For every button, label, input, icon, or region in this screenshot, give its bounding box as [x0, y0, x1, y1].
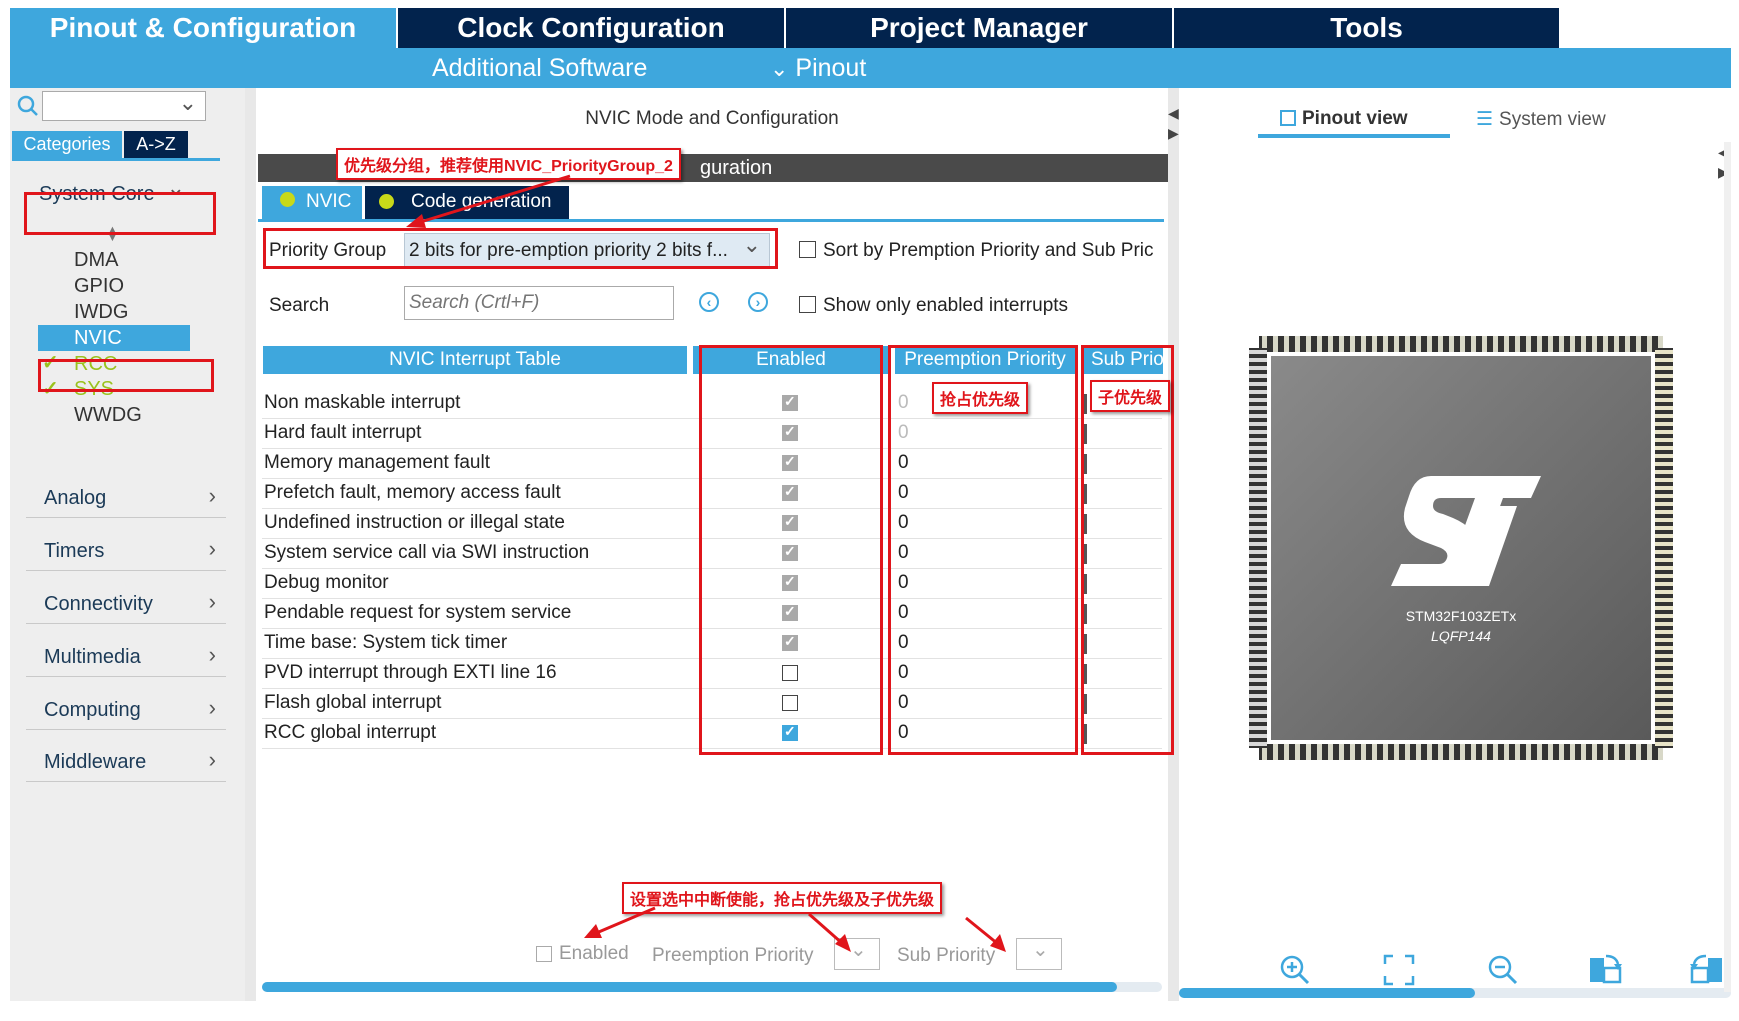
interrupt-name: Time base: System tick timer: [264, 632, 508, 653]
header-interrupt-table[interactable]: NVIC Interrupt Table: [263, 346, 687, 374]
tab-nvic[interactable]: NVIC: [262, 186, 362, 219]
scrollbar-thumb[interactable]: [1179, 988, 1475, 998]
category-analog[interactable]: Analog ›: [26, 477, 226, 518]
tab-tools[interactable]: Tools: [1174, 8, 1559, 48]
show-enabled-checkbox[interactable]: [799, 296, 816, 313]
tab-categories[interactable]: Categories: [12, 131, 122, 158]
scrollbar-thumb[interactable]: [262, 982, 1117, 992]
category-computing[interactable]: Computing ›: [26, 689, 226, 730]
pin-row-top: [1259, 336, 1663, 352]
sort-checkbox[interactable]: [799, 241, 816, 258]
category-middleware[interactable]: Middleware ›: [26, 741, 226, 782]
list-icon: ☰: [1476, 109, 1494, 130]
chevron-right-icon: ›: [208, 589, 216, 614]
rotate-right-icon[interactable]: [1588, 952, 1622, 989]
interrupt-name: Memory management fault: [264, 452, 490, 473]
st-logo-icon: [1391, 476, 1541, 586]
annotation-preemption: 抢占优先级: [932, 382, 1029, 414]
chip-icon: [1280, 110, 1296, 126]
category-multimedia[interactable]: Multimedia ›: [26, 636, 226, 677]
system-view-tab[interactable]: ☰ System view: [1476, 108, 1606, 131]
pin-row-right: [1655, 348, 1673, 748]
chip-package: LQFP144: [1431, 628, 1491, 644]
chevron-down-icon: ⌄: [1032, 939, 1049, 961]
core-item-gpio[interactable]: GPIO: [74, 275, 124, 298]
pinout-view-tab[interactable]: Pinout view: [1280, 108, 1408, 130]
show-enabled-label: Show only enabled interrupts: [823, 295, 1069, 316]
category-timers[interactable]: Timers ›: [26, 530, 226, 571]
zoom-out-icon[interactable]: [1487, 954, 1519, 991]
mcu-chip[interactable]: STM32F103ZETx LQFP144: [1249, 336, 1673, 760]
chevron-down-icon: ⌄: [770, 56, 789, 81]
chip-name: STM32F103ZETx: [1405, 608, 1517, 624]
collapse-left-icon[interactable]: ◀ ▶: [1168, 103, 1179, 143]
zoom-in-icon[interactable]: [1279, 954, 1311, 991]
interrupt-name: Undefined instruction or illegal state: [264, 512, 566, 533]
core-item-iwdg[interactable]: IWDG: [74, 301, 128, 324]
pinout-scrollbar[interactable]: [1179, 988, 1731, 998]
fit-screen-icon[interactable]: [1383, 954, 1415, 991]
interrupt-name: Non maskable interrupt: [264, 392, 461, 413]
arrow-icon: [808, 912, 851, 952]
tab-pinout-configuration[interactable]: Pinout & Configuration: [10, 8, 396, 48]
interrupt-search-input[interactable]: [404, 286, 674, 320]
pinout-view-underline: [1258, 134, 1450, 138]
panel-title: NVIC Mode and Configuration: [585, 108, 839, 129]
arrow-icon: [965, 916, 1006, 952]
tab-project-manager[interactable]: Project Manager: [786, 8, 1172, 48]
interrupt-name: Flash global interrupt: [264, 692, 442, 713]
rotate-left-icon[interactable]: [1690, 952, 1724, 989]
sub-toolbar: Additional Software ⌄ Pinout: [10, 48, 1731, 88]
core-item-nvic[interactable]: NVIC: [74, 327, 122, 350]
chevron-down-icon[interactable]: ⌄: [179, 90, 197, 116]
interrupt-name: Debug monitor: [264, 572, 389, 593]
search-input[interactable]: ⌄: [42, 90, 206, 121]
additional-software-menu[interactable]: Additional Software: [432, 48, 647, 88]
search-next-icon[interactable]: ›: [748, 292, 768, 312]
tab-clock-configuration[interactable]: Clock Configuration: [398, 8, 784, 48]
search-previous-icon[interactable]: ‹: [699, 292, 719, 312]
bottom-enabled-label: Enabled: [559, 943, 629, 964]
chevron-right-icon: ›: [208, 642, 216, 667]
arrow-icon: [584, 906, 656, 938]
core-item-wwdg[interactable]: WWDG: [74, 404, 142, 427]
bottom-enabled-checkbox[interactable]: [536, 946, 552, 962]
chip-body: STM32F103ZETx LQFP144: [1271, 356, 1651, 740]
core-item-dma[interactable]: DMA: [74, 249, 118, 272]
tab-underline: [12, 158, 220, 161]
check-circle-icon: [280, 192, 295, 207]
annotation-sub-priority: 子优先级: [1090, 380, 1171, 412]
panel-separator[interactable]: [245, 88, 256, 1001]
pin-row-bottom: [1259, 744, 1663, 760]
interrupt-name: PVD interrupt through EXTI line 16: [264, 662, 557, 683]
arrow-icon: [406, 174, 571, 228]
chevron-right-icon: ›: [208, 695, 216, 720]
right-edge-bar: [1724, 142, 1731, 992]
search-label: Search: [269, 295, 330, 316]
interrupt-name: Hard fault interrupt: [264, 422, 422, 443]
highlight-nvic: [38, 359, 214, 392]
interrupt-name: RCC global interrupt: [264, 722, 437, 743]
chevron-right-icon: ›: [208, 536, 216, 561]
search-icon: [17, 95, 39, 122]
highlight-priority-group: [263, 228, 778, 269]
highlight-enabled-column: [699, 345, 883, 755]
bottom-sub-select[interactable]: ⌄: [1016, 938, 1062, 970]
pin-row-left: [1249, 348, 1267, 748]
interrupt-name: System service call via SWI instruction: [264, 542, 590, 563]
interrupt-name: Pendable request for system service: [264, 602, 572, 623]
horizontal-scrollbar[interactable]: [262, 982, 1162, 992]
tab-underline: [258, 219, 1164, 222]
highlight-system-core: [24, 192, 216, 235]
tab-a-z[interactable]: A->Z: [124, 131, 188, 158]
chevron-right-icon: ›: [208, 747, 216, 772]
interrupt-name: Prefetch fault, memory access fault: [264, 482, 561, 503]
sort-label: Sort by Premption Priority and Sub Pric: [823, 240, 1154, 261]
annotation-bottom: 设置选中中断使能，抢占优先级及子优先级: [622, 882, 943, 914]
chevron-right-icon: ›: [208, 483, 216, 508]
pinout-menu[interactable]: ⌄ Pinout: [770, 48, 866, 88]
check-circle-icon: [379, 194, 394, 209]
category-connectivity[interactable]: Connectivity ›: [26, 583, 226, 624]
bottom-preemption-label: Preemption Priority: [652, 945, 814, 966]
